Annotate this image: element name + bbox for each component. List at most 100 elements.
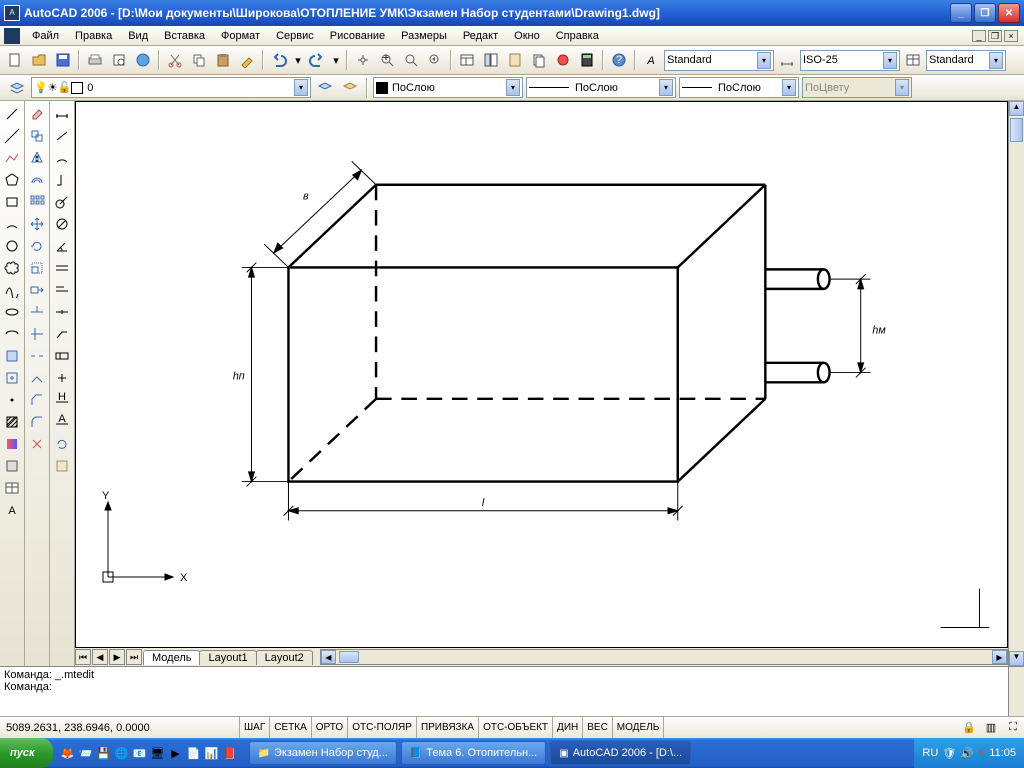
doc-restore-button[interactable]: ❐ (988, 30, 1002, 42)
status-max-icon[interactable]: ⛶ (1002, 717, 1024, 739)
scroll-thumb-v[interactable] (1010, 118, 1023, 142)
textstyle-combo[interactable]: Standard▾ (664, 50, 774, 71)
dim-tedit-tool[interactable]: A (52, 411, 73, 432)
open-button[interactable] (28, 49, 50, 71)
revcloud-tool[interactable] (2, 257, 23, 278)
quicklaunch-icon[interactable]: 📊 (203, 744, 221, 762)
dim-linear-tool[interactable] (52, 103, 73, 124)
scroll-thumb[interactable] (339, 651, 359, 663)
dim-edit-tool[interactable]: H (52, 389, 73, 410)
properties-button[interactable] (456, 49, 478, 71)
paste-button[interactable] (212, 49, 234, 71)
break-tool[interactable] (27, 345, 48, 366)
ortho-toggle[interactable]: ОРТО (312, 717, 348, 738)
dropdown-arrow-icon[interactable]: ▾ (883, 52, 897, 69)
tray-icon[interactable]: 🛡 (942, 747, 956, 760)
menu-format[interactable]: Формат (213, 28, 268, 44)
quicklaunch-icon[interactable]: 🖥 (149, 744, 167, 762)
dim-aligned-tool[interactable] (52, 125, 73, 146)
dimstyle-combo[interactable]: ISO-25▾ (800, 50, 900, 71)
redo-dropdown[interactable]: ▾ (330, 49, 342, 71)
scale-tool[interactable] (27, 257, 48, 278)
join-tool[interactable] (27, 367, 48, 388)
dim-continue-tool[interactable] (52, 301, 73, 322)
dim-diameter-tool[interactable] (52, 213, 73, 234)
tab-first-button[interactable]: ⏮ (75, 649, 91, 665)
dim-quick-tool[interactable] (52, 257, 73, 278)
cut-button[interactable] (164, 49, 186, 71)
scroll-left-button[interactable]: ◀ (321, 650, 336, 664)
grid-toggle[interactable]: СЕТКА (270, 717, 312, 738)
publish-button[interactable] (132, 49, 154, 71)
undo-button[interactable] (268, 49, 290, 71)
dropdown-arrow-icon[interactable]: ▾ (506, 79, 520, 96)
dimstyle-tool[interactable] (52, 455, 73, 476)
dropdown-arrow-icon[interactable]: ▾ (659, 79, 673, 96)
lwt-toggle[interactable]: ВЕС (583, 717, 613, 738)
ellipse-arc-tool[interactable] (2, 323, 23, 344)
erase-tool[interactable] (27, 103, 48, 124)
layout1-tab[interactable]: Layout1 (199, 650, 256, 665)
taskbar-item[interactable]: 📘 Тема 6. Отопительн... (401, 741, 546, 765)
status-tray-icon[interactable]: ▥ (980, 717, 1002, 739)
layer-manager-button[interactable] (6, 77, 28, 99)
pline-tool[interactable] (2, 147, 23, 168)
tab-next-button[interactable]: ▶ (109, 649, 125, 665)
tab-last-button[interactable]: ⏭ (126, 649, 142, 665)
maximize-button[interactable]: ❐ (974, 3, 996, 23)
menu-modify[interactable]: Редакт (455, 28, 506, 44)
textstyle-icon[interactable]: A (640, 49, 662, 71)
calc-button[interactable] (576, 49, 598, 71)
copy-button[interactable] (188, 49, 210, 71)
make-block-tool[interactable] (2, 367, 23, 388)
menu-edit[interactable]: Правка (67, 28, 120, 44)
scroll-up-button[interactable]: ▲ (1009, 101, 1024, 116)
fillet-tool[interactable] (27, 411, 48, 432)
doc-close-button[interactable]: × (1004, 30, 1018, 42)
line-tool[interactable] (2, 103, 23, 124)
dropdown-arrow-icon[interactable]: ▾ (782, 79, 796, 96)
tablestyle-icon[interactable] (902, 49, 924, 71)
taskbar-item[interactable]: 📁 Экзамен Набор студ... (249, 741, 397, 765)
explode-tool[interactable] (27, 433, 48, 454)
zoom-window-button[interactable] (400, 49, 422, 71)
quicklaunch-icon[interactable]: 🌐 (113, 744, 131, 762)
close-button[interactable]: ✕ (998, 3, 1020, 23)
quicklaunch-icon[interactable]: 📄 (185, 744, 203, 762)
menu-window[interactable]: Окно (506, 28, 548, 44)
rotate-tool[interactable] (27, 235, 48, 256)
tray-lang[interactable]: RU (922, 747, 938, 759)
linetype-combo[interactable]: ПоСлою▾ (526, 77, 676, 98)
mtext-tool[interactable]: A (2, 499, 23, 520)
tool-palettes-button[interactable] (504, 49, 526, 71)
tab-prev-button[interactable]: ◀ (92, 649, 108, 665)
dim-baseline-tool[interactable] (52, 279, 73, 300)
dim-angular-tool[interactable] (52, 235, 73, 256)
quicklaunch-icon[interactable]: 💾 (95, 744, 113, 762)
tray-clock[interactable]: 11:05 (989, 747, 1016, 759)
coordinates-display[interactable]: 5089.2631, 238.6946, 0.0000 (0, 717, 240, 738)
quicklaunch-icon[interactable]: 📨 (77, 744, 95, 762)
dimstyle-icon[interactable] (776, 49, 798, 71)
zoom-previous-button[interactable] (424, 49, 446, 71)
tray-icon[interactable]: 🔊 (960, 747, 974, 760)
chamfer-tool[interactable] (27, 389, 48, 410)
lineweight-combo[interactable]: ПоСлою▾ (679, 77, 799, 98)
circle-tool[interactable] (2, 235, 23, 256)
pan-button[interactable] (352, 49, 374, 71)
sheet-set-button[interactable] (528, 49, 550, 71)
menu-file[interactable]: Файл (24, 28, 67, 44)
vertical-scrollbar[interactable]: ▲ ▼ (1008, 101, 1024, 666)
mirror-tool[interactable] (27, 147, 48, 168)
leader-tool[interactable] (52, 323, 73, 344)
quicklaunch-icon[interactable]: 📕 (221, 744, 239, 762)
model-toggle[interactable]: МОДЕЛЬ (613, 717, 664, 738)
move-tool[interactable] (27, 213, 48, 234)
scroll-right-button[interactable]: ▶ (992, 650, 1007, 664)
quicklaunch-icon[interactable]: 🦊 (59, 744, 77, 762)
undo-dropdown[interactable]: ▾ (292, 49, 304, 71)
color-combo[interactable]: ПоСлою▾ (373, 77, 523, 98)
center-mark-tool[interactable] (52, 367, 73, 388)
tray-icon[interactable]: K (978, 747, 985, 759)
otrack-toggle[interactable]: ОТС-ОБЪЕКТ (479, 717, 553, 738)
